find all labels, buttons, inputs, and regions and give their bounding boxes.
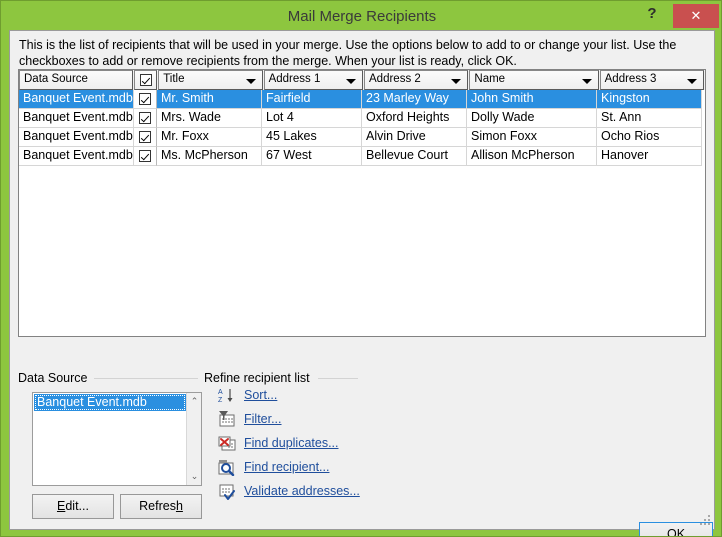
svg-text:A: A	[218, 389, 223, 396]
cell-address2: Oxford Heights	[362, 109, 467, 128]
data-source-group-label: Data Source	[18, 371, 88, 385]
cell-title: Mrs. Wade	[157, 109, 262, 128]
recipients-grid[interactable]: Data Source Title Address 1 Address 2 Name Ad…	[18, 69, 706, 337]
cell-name: Simon Foxx	[467, 128, 597, 147]
cell-address2: 23 Marley Way	[362, 90, 467, 109]
grid-header-label: Address 1	[268, 73, 321, 85]
grid-header-address-3[interactable]: Address 3	[599, 70, 705, 90]
find-recipient-icon[interactable]	[218, 459, 236, 477]
checkbox-checked-icon[interactable]	[139, 131, 151, 144]
cell-data-source: Banquet Event.mdb	[19, 109, 134, 128]
scroll-down-icon[interactable]: ⌄	[187, 469, 201, 484]
sort-az-icon[interactable]: AZ	[218, 387, 236, 404]
row-include-checkbox[interactable]	[134, 109, 157, 128]
grid-header-title[interactable]: Title	[158, 70, 263, 90]
cell-address3: Hanover	[597, 147, 702, 166]
grid-header-label: Data Source	[24, 73, 88, 85]
refine-link-validate-addresses[interactable]: Validate addresses...	[244, 484, 360, 498]
refine-link-filter[interactable]: Filter...	[244, 412, 282, 426]
cell-name: John Smith	[467, 90, 597, 109]
checkbox-checked-icon[interactable]	[139, 74, 152, 86]
refine-link-find-recipient[interactable]: Find recipient...	[244, 460, 329, 474]
cell-address1: 67 West	[262, 147, 362, 166]
data-source-listbox[interactable]: Banquet Event.mdb ⌃ ⌄	[32, 392, 202, 486]
chevron-down-icon[interactable]	[451, 79, 462, 84]
row-include-checkbox[interactable]	[134, 128, 157, 147]
data-source-list-item[interactable]: Banquet Event.mdb	[34, 394, 186, 411]
grid-header-label: Address 2	[369, 73, 421, 85]
refine-link-find-duplicates[interactable]: Find duplicates...	[244, 436, 339, 450]
refine-group-label: Refine recipient list	[204, 371, 310, 385]
title-bar: Mail Merge Recipients ? ✕	[1, 1, 721, 32]
cell-address1: Fairfield	[262, 90, 362, 109]
cell-title: Mr. Smith	[157, 90, 262, 109]
table-row[interactable]: Banquet Event.mdb Ms. McPherson 67 West Bel…	[19, 147, 705, 166]
edit-button[interactable]: Edit...	[32, 494, 114, 519]
cell-data-source: Banquet Event.mdb	[19, 128, 134, 147]
svg-text:Z: Z	[218, 397, 223, 404]
filter-icon[interactable]	[218, 411, 236, 428]
chevron-down-icon[interactable]	[687, 79, 698, 84]
grid-header-name[interactable]: Name	[469, 70, 599, 90]
cell-address1: 45 Lakes	[262, 128, 362, 147]
cell-data-source: Banquet Event.mdb	[19, 90, 134, 109]
data-source-scrollbar[interactable]: ⌃ ⌄	[186, 393, 201, 485]
table-row[interactable]: Banquet Event.mdb Mrs. Wade Lot 4 Oxford He…	[19, 109, 705, 128]
validate-addresses-icon[interactable]	[218, 483, 236, 500]
dialog-client-area: This is the list of recipients that will…	[9, 30, 715, 536]
grid-header-label: Title	[163, 73, 185, 85]
grid-header-address-1[interactable]: Address 1	[263, 70, 364, 90]
chevron-down-icon[interactable]	[346, 79, 357, 84]
row-include-checkbox[interactable]	[134, 90, 157, 109]
cell-title: Mr. Foxx	[157, 128, 262, 147]
row-include-checkbox[interactable]	[134, 147, 157, 166]
instructions-text: This is the list of recipients that will…	[19, 38, 677, 68]
cell-title: Ms. McPherson	[157, 147, 262, 166]
cell-address3: Kingston	[597, 90, 702, 109]
refine-group-rule	[318, 378, 358, 379]
grid-header-select-all-checkbox[interactable]	[134, 70, 158, 90]
cell-address3: St. Ann	[597, 109, 702, 128]
cell-address2: Alvin Drive	[362, 128, 467, 147]
grid-header-label: Name	[474, 73, 506, 85]
help-button[interactable]: ?	[639, 1, 665, 27]
table-row[interactable]: Banquet Event.mdb Mr. Smith Fairfield 23 Ma…	[19, 90, 705, 109]
close-button[interactable]: ✕	[673, 4, 719, 28]
cell-address1: Lot 4	[262, 109, 362, 128]
scroll-up-icon[interactable]: ⌃	[187, 394, 201, 409]
checkbox-checked-icon[interactable]	[139, 112, 151, 125]
find-duplicates-icon[interactable]	[218, 435, 236, 452]
cell-address3: Ocho Rios	[597, 128, 702, 147]
table-row[interactable]: Banquet Event.mdb Mr. Foxx 45 Lakes Alvin D…	[19, 128, 705, 147]
grid-header-address-2[interactable]: Address 2	[364, 70, 469, 90]
refine-link-sort[interactable]: Sort...	[244, 388, 277, 402]
checkbox-checked-icon[interactable]	[139, 150, 151, 163]
data-source-group-rule	[94, 378, 198, 379]
cell-name: Allison McPherson	[467, 147, 597, 166]
cell-data-source: Banquet Event.mdb	[19, 147, 134, 166]
mail-merge-recipients-dialog: Mail Merge Recipients ? ✕ This is the li…	[0, 0, 722, 537]
chevron-down-icon[interactable]	[581, 79, 592, 84]
grid-body: Banquet Event.mdb Mr. Smith Fairfield 23 Ma…	[19, 90, 705, 166]
resize-grip-icon[interactable]	[699, 514, 712, 527]
cell-address2: Bellevue Court	[362, 147, 467, 166]
grid-header-row: Data Source Title Address 1 Address 2 Name Ad…	[19, 70, 705, 90]
grid-header-label: Address 3	[604, 73, 657, 85]
grid-header-data-source[interactable]: Data Source	[19, 70, 134, 90]
checkbox-checked-icon[interactable]	[139, 93, 151, 106]
refresh-button[interactable]: Refresh	[120, 494, 202, 519]
window-title: Mail Merge Recipients	[287, 8, 437, 25]
cell-name: Dolly Wade	[467, 109, 597, 128]
chevron-down-icon[interactable]	[245, 79, 256, 84]
